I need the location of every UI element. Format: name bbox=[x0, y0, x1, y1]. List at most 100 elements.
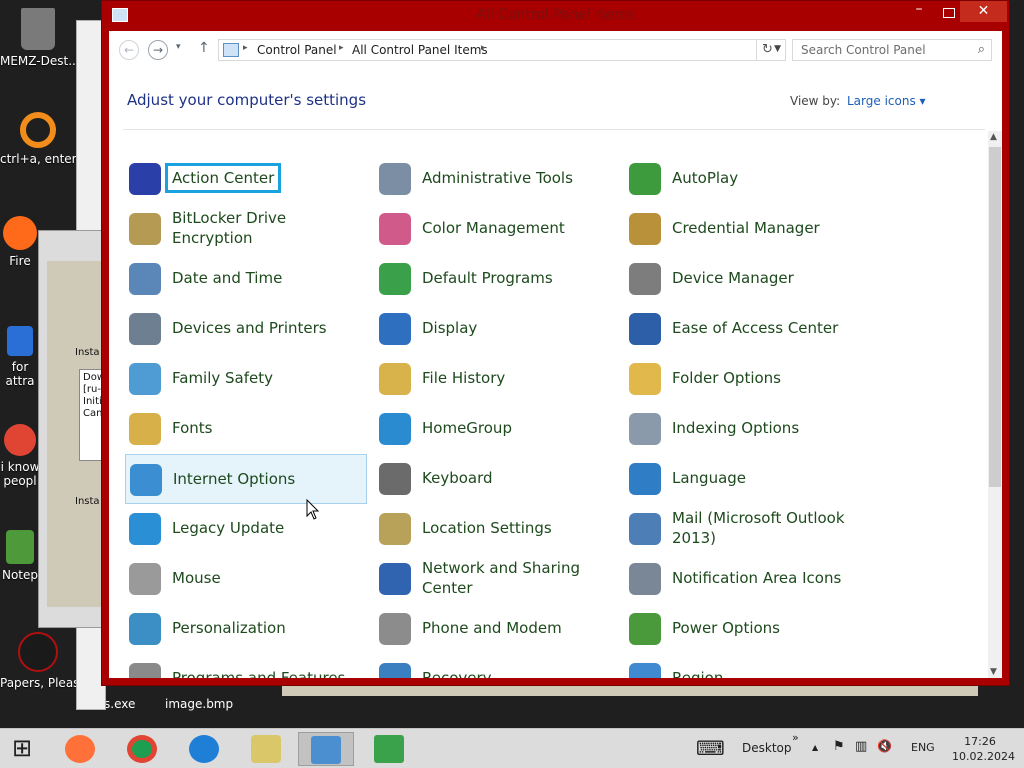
maximize-button[interactable] bbox=[937, 5, 959, 19]
control-panel-item[interactable]: Phone and Modem bbox=[375, 604, 617, 654]
control-panel-item-label: Phone and Modem bbox=[422, 619, 562, 637]
control-panel-item[interactable]: Region bbox=[625, 654, 867, 678]
desktop-icon-notepad[interactable]: Notep bbox=[0, 530, 40, 582]
recycle-bin-icon bbox=[21, 8, 55, 50]
control-panel-item[interactable]: Mail (Microsoft Outlook 2013) bbox=[625, 504, 867, 554]
control-panel-item[interactable]: Personalization bbox=[125, 604, 367, 654]
close-button[interactable]: ✕ bbox=[960, 1, 1007, 22]
control-panel-item-label: Date and Time bbox=[172, 269, 283, 287]
credential-manager-icon bbox=[629, 213, 661, 245]
control-panel-item[interactable]: Family Safety bbox=[125, 354, 367, 404]
search-icon[interactable]: ⌕ bbox=[978, 42, 985, 57]
desktop-file-exe[interactable]: s.exe bbox=[104, 697, 135, 711]
control-panel-item[interactable]: Keyboard bbox=[375, 454, 617, 504]
recent-locations-button[interactable]: ▾ bbox=[176, 42, 181, 52]
control-panel-item[interactable]: Fonts bbox=[125, 404, 367, 454]
color-management-icon bbox=[379, 213, 411, 245]
show-hidden-icons-button[interactable]: ▲ bbox=[812, 743, 818, 752]
clock[interactable]: 17:26 10.02.2024 bbox=[952, 734, 1015, 764]
title-bar[interactable]: All Control Panel Items – ✕ bbox=[102, 1, 1009, 31]
control-panel-item-label: Devices and Printers bbox=[172, 319, 327, 337]
control-panel-item[interactable]: Notification Area Icons bbox=[625, 554, 867, 604]
control-panel-item[interactable]: Credential Manager bbox=[625, 204, 867, 254]
control-panel-item[interactable]: Folder Options bbox=[625, 354, 867, 404]
control-panel-item[interactable]: Power Options bbox=[625, 604, 867, 654]
control-panel-item[interactable]: Programs and Features bbox=[125, 654, 367, 678]
control-panel-item[interactable]: Internet Options bbox=[125, 454, 367, 504]
breadcrumb-all-items[interactable]: All Control Panel Items bbox=[352, 43, 488, 57]
control-panel-item-label: Credential Manager bbox=[672, 219, 820, 237]
desktop-icon-memz[interactable]: MEMZ-Dest... bbox=[0, 8, 76, 68]
desktop-icon-chrome[interactable]: i know peopl bbox=[0, 424, 40, 488]
control-panel-item[interactable]: Indexing Options bbox=[625, 404, 867, 454]
control-panel-item[interactable]: Location Settings bbox=[375, 504, 617, 554]
breadcrumb-control-panel[interactable]: Control Panel bbox=[257, 43, 337, 57]
programs-and-features-icon bbox=[129, 663, 161, 678]
control-panel-item-label: Internet Options bbox=[173, 470, 296, 488]
breadcrumb-separator[interactable]: ▸ bbox=[481, 43, 486, 53]
taskbar-installer[interactable] bbox=[362, 732, 418, 766]
forward-button[interactable]: → bbox=[148, 40, 168, 60]
notepad-icon bbox=[6, 530, 34, 564]
breadcrumb-separator[interactable]: ▸ bbox=[339, 43, 344, 53]
desktop-icon-papers-please[interactable]: Papers, Please bbox=[0, 632, 76, 690]
control-panel-item[interactable]: Display bbox=[375, 304, 617, 354]
refresh-button[interactable]: ↻ bbox=[756, 39, 778, 61]
control-panel-item-label: Notification Area Icons bbox=[672, 569, 842, 587]
papers-please-icon bbox=[18, 632, 58, 672]
taskbar-firefox[interactable] bbox=[53, 732, 109, 766]
control-panel-item[interactable]: Action Center bbox=[125, 154, 367, 204]
scroll-down-button[interactable]: ▼ bbox=[990, 667, 997, 677]
action-center-flag-icon[interactable]: ⚑ bbox=[833, 739, 845, 754]
input-language[interactable]: ENG bbox=[911, 741, 935, 754]
control-panel-item[interactable]: Network and Sharing Center bbox=[375, 554, 617, 604]
control-panel-item-label: Family Safety bbox=[172, 369, 274, 387]
control-panel-item[interactable]: Default Programs bbox=[375, 254, 617, 304]
up-button[interactable]: ↑ bbox=[198, 40, 210, 56]
control-panel-item[interactable]: Date and Time bbox=[125, 254, 367, 304]
volume-muted-icon[interactable]: 🔇 bbox=[877, 739, 892, 753]
desktop-icon-attra[interactable]: for attra bbox=[0, 326, 40, 388]
back-button[interactable]: ← bbox=[119, 40, 139, 60]
control-panel-item[interactable]: Legacy Update bbox=[125, 504, 367, 554]
toolbar-overflow-icon[interactable]: » bbox=[792, 731, 799, 744]
control-panel-item[interactable]: Administrative Tools bbox=[375, 154, 617, 204]
control-panel-item[interactable]: Mouse bbox=[125, 554, 367, 604]
control-panel-item[interactable]: Devices and Printers bbox=[125, 304, 367, 354]
start-button[interactable]: ⊞ bbox=[0, 732, 56, 766]
vertical-scrollbar[interactable]: ▲ ▼ bbox=[988, 131, 1002, 678]
control-panel-item[interactable]: BitLocker Drive Encryption bbox=[125, 204, 367, 254]
control-panel-window[interactable]: All Control Panel Items – ✕ ← → ▾ ↑ ▸ Co… bbox=[101, 0, 1010, 686]
control-panel-item[interactable]: Recovery bbox=[375, 654, 617, 678]
control-panel-item-label: Region bbox=[672, 669, 724, 678]
desktop-toolbar-label[interactable]: Desktop bbox=[742, 741, 792, 755]
window-title: All Control Panel Items bbox=[476, 7, 635, 23]
network-icon[interactable]: ▥ bbox=[855, 739, 867, 754]
control-panel-item-label: Color Management bbox=[422, 219, 565, 237]
control-panel-item-label: Network and Sharing Center bbox=[422, 559, 580, 597]
scroll-thumb[interactable] bbox=[989, 147, 1001, 487]
control-panel-item[interactable]: Ease of Access Center bbox=[625, 304, 867, 354]
desktop-icon-firefox[interactable]: Fire bbox=[0, 216, 40, 268]
control-panel-item[interactable]: AutoPlay bbox=[625, 154, 867, 204]
desktop-icon-ctrl-a[interactable]: ctrl+a, enter bbox=[0, 112, 76, 166]
view-by-dropdown[interactable]: Large icons ▾ bbox=[847, 94, 926, 108]
background-installer-window[interactable]: Insta Dow [ru- Initi Can Insta bbox=[38, 230, 111, 628]
desktop-file-bmp[interactable]: image.bmp bbox=[165, 697, 233, 711]
taskbar-explorer[interactable] bbox=[239, 732, 295, 766]
control-panel-item[interactable]: Language bbox=[625, 454, 867, 504]
action-center-icon bbox=[129, 163, 161, 195]
control-panel-item-label: Power Options bbox=[672, 619, 780, 637]
taskbar-chrome[interactable] bbox=[115, 732, 171, 766]
control-panel-item[interactable]: File History bbox=[375, 354, 617, 404]
taskbar-edge[interactable] bbox=[177, 732, 233, 766]
control-panel-item[interactable]: HomeGroup bbox=[375, 404, 617, 454]
search-input[interactable]: Search Control Panel ⌕ bbox=[792, 39, 992, 61]
control-panel-item[interactable]: Device Manager bbox=[625, 254, 867, 304]
minimize-button[interactable]: – bbox=[908, 2, 930, 19]
scroll-up-button[interactable]: ▲ bbox=[990, 132, 997, 142]
taskbar-control-panel[interactable] bbox=[298, 732, 354, 766]
address-bar[interactable]: ▸ Control Panel ▸ All Control Panel Item… bbox=[218, 39, 786, 61]
control-panel-item[interactable]: Color Management bbox=[375, 204, 617, 254]
touch-keyboard-icon[interactable]: ⌨ bbox=[696, 736, 725, 760]
